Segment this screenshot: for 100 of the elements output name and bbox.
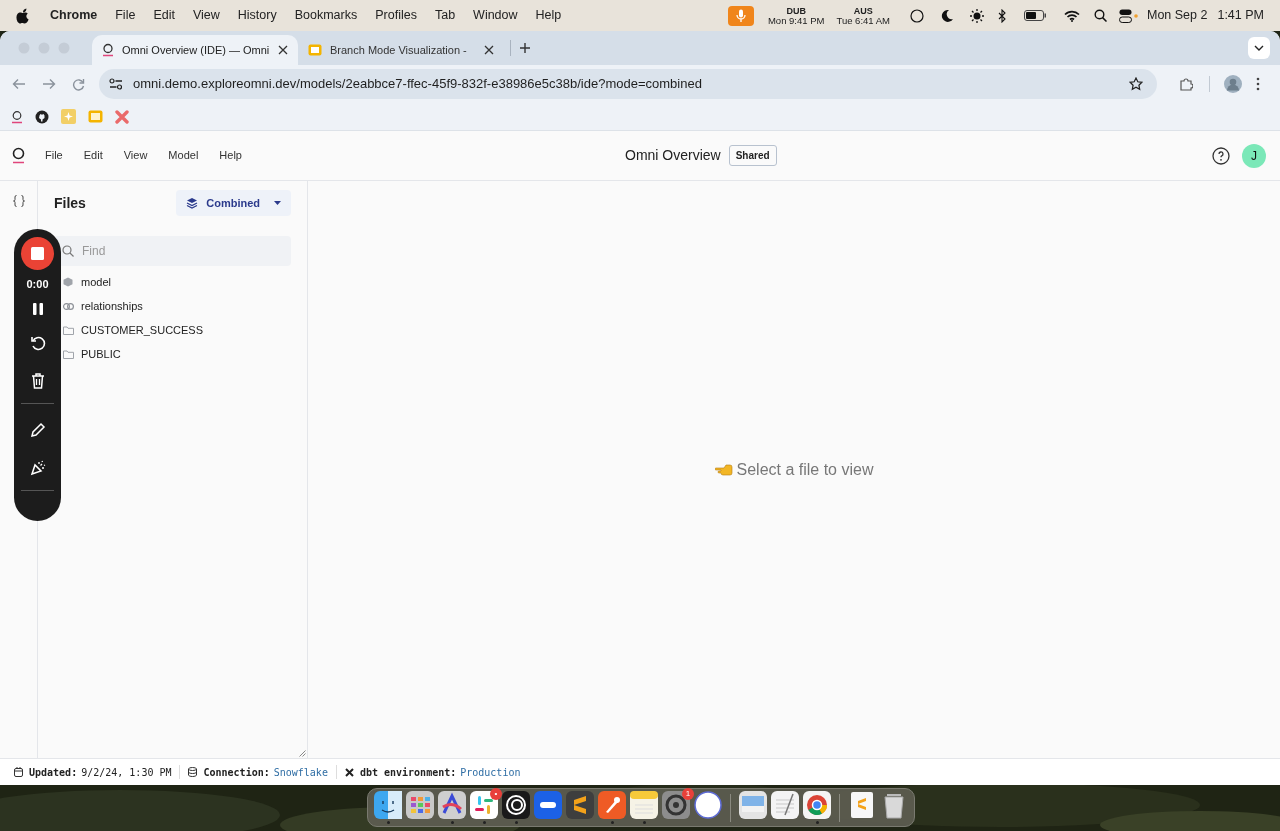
cube-icon <box>63 277 73 287</box>
notepad-icon[interactable] <box>630 791 658 819</box>
party-popper-icon[interactable] <box>29 459 46 476</box>
tab-title: Branch Mode Visualization - <box>330 42 468 58</box>
status-value: 9/2/24, 1:30 PM <box>81 765 172 780</box>
app-menu-item[interactable]: File <box>45 147 63 164</box>
file-tree-item[interactable]: relationships <box>81 297 143 315</box>
brightness-icon[interactable] <box>969 8 984 23</box>
menubar-item[interactable]: Edit <box>153 6 175 25</box>
document-title: Omni Overview <box>625 146 721 165</box>
pencil-icon[interactable] <box>29 421 46 438</box>
omni-logo-icon <box>102 43 114 57</box>
tab-title: Omni Overview (IDE) — Omni <box>122 42 271 58</box>
braces-icon[interactable] <box>12 195 25 207</box>
menubar-item[interactable]: Window <box>473 6 518 25</box>
status-label: Updated: <box>29 765 78 780</box>
pause-icon[interactable] <box>32 302 43 315</box>
search-field[interactable]: Find <box>54 236 291 266</box>
wifi-icon[interactable] <box>1063 9 1080 22</box>
apple-icon <box>16 7 30 24</box>
resize-handle-icon[interactable] <box>299 750 306 757</box>
menubar-app-name[interactable]: Chrome <box>50 6 98 25</box>
letter-a-icon[interactable] <box>438 791 466 819</box>
app-menu-item[interactable]: Edit <box>83 147 103 164</box>
document-pen-icon[interactable] <box>771 791 799 819</box>
folder-icon <box>63 349 74 359</box>
close-icon[interactable] <box>278 45 288 55</box>
restart-icon[interactable] <box>29 334 46 351</box>
menubar-time[interactable]: 1:41 PM <box>1217 6 1264 25</box>
dbt-icon <box>344 767 354 777</box>
clock-city: DUB <box>786 5 806 16</box>
omni-logo-icon[interactable] <box>12 147 25 164</box>
pointing-hand-icon <box>714 463 733 476</box>
menubar-item[interactable]: File <box>115 6 136 25</box>
status-link[interactable]: Snowflake <box>273 764 328 780</box>
reload-icon[interactable] <box>72 77 85 91</box>
plus-icon[interactable] <box>519 42 531 54</box>
caret-icon <box>274 201 281 205</box>
calendar-icon <box>14 767 23 777</box>
cross-logo-icon[interactable] <box>115 109 129 124</box>
microphone-icon[interactable] <box>727 5 754 26</box>
app-menu-item[interactable]: Help <box>219 147 242 164</box>
stop-icon <box>31 247 44 260</box>
face-icon[interactable] <box>374 791 402 819</box>
moon-icon[interactable] <box>939 8 954 23</box>
omni-logo-icon[interactable] <box>11 109 23 124</box>
menubar-item[interactable]: History <box>237 6 277 25</box>
menubar-item[interactable]: View <box>192 6 220 25</box>
rings-icon[interactable] <box>502 791 530 819</box>
clock-time: Mon 9:41 PM <box>767 15 825 26</box>
grid-icon[interactable] <box>406 791 434 819</box>
hash-icon[interactable] <box>470 791 498 819</box>
shared-badge[interactable]: Shared <box>728 145 777 166</box>
menubar-item[interactable]: Profiles <box>375 6 417 25</box>
folder-icon <box>63 325 74 335</box>
menubar-item[interactable]: Help <box>535 6 562 25</box>
github-icon[interactable] <box>35 109 49 124</box>
tab-search-button[interactable] <box>1248 37 1270 59</box>
battery-icon[interactable] <box>1023 10 1046 21</box>
menubar-date[interactable]: Mon Sep 2 <box>1146 6 1208 25</box>
star-icon[interactable] <box>1129 77 1143 91</box>
photo-icon[interactable] <box>739 791 767 819</box>
circle-icon[interactable] <box>909 8 924 23</box>
trash-icon[interactable] <box>30 372 45 389</box>
menubar-item[interactable]: Tab <box>434 6 456 25</box>
control-center-icon[interactable] <box>1118 8 1139 23</box>
close-icon[interactable] <box>484 45 494 55</box>
file-tree-item[interactable]: CUSTOMER_SUCCESS <box>81 321 204 339</box>
stop-recording-button[interactable] <box>21 237 54 270</box>
url-text: omni.demo.exploreomni.dev/models/2eabbce7-ffec-45f9-832f-e38986e5c38b/ide?mode=combined <box>133 75 703 94</box>
mode-dropdown[interactable]: Combined <box>176 190 291 216</box>
address-bar[interactable]: omni.demo.exploreomni.dev/models/2eabbce7-ffec-45f9-832f-e38986e5c38b/ide?mode=combined <box>99 69 1157 99</box>
profile-avatar-icon[interactable] <box>1224 75 1242 93</box>
status-link[interactable]: Production <box>460 764 521 780</box>
browser-tab[interactable]: Omni Overview (IDE) — Omni <box>92 35 298 65</box>
help-icon[interactable] <box>1212 146 1230 165</box>
user-avatar[interactable]: J <box>1242 143 1266 168</box>
app-menu-item[interactable]: View <box>123 147 148 164</box>
file-tree-item[interactable]: model <box>81 273 111 291</box>
search-icon[interactable] <box>1093 9 1107 22</box>
app-menu-item[interactable]: Model <box>168 147 199 164</box>
extensions-icon[interactable] <box>1179 77 1193 91</box>
chrome-icon[interactable] <box>803 791 831 819</box>
menubar-item[interactable]: Bookmarks <box>294 6 358 25</box>
gear-icon[interactable] <box>662 791 690 819</box>
slides-icon <box>308 44 322 56</box>
recording-timer: 0:00 <box>26 277 49 292</box>
document-icon[interactable] <box>848 791 876 819</box>
empty-state-message: Select a file to view <box>736 459 874 480</box>
file-tree-item[interactable]: PUBLIC <box>81 345 121 363</box>
site-settings-icon[interactable] <box>109 78 123 90</box>
search-icon <box>62 245 74 257</box>
bluetooth-icon[interactable] <box>997 8 1006 23</box>
notification-badge: 1 <box>682 788 694 800</box>
link-icon <box>63 302 74 310</box>
files-title: Files <box>54 193 86 213</box>
browser-tab[interactable]: Branch Mode Visualization - <box>298 35 504 65</box>
more-icon[interactable] <box>1256 77 1260 91</box>
circle-icon[interactable] <box>694 791 722 819</box>
status-label: dbt environment: <box>359 765 457 780</box>
